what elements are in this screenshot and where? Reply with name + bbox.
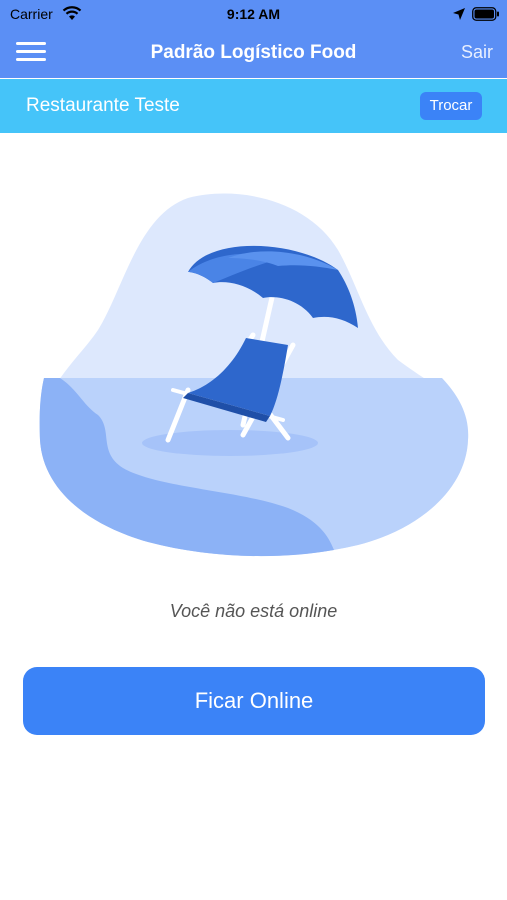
status-bar: Carrier 9:12 AM [0,0,507,28]
navigation-bar: Padrão Logístico Food Sair [0,28,507,78]
restaurant-bar: Restaurante Teste Trocar [0,79,507,133]
app-title: Padrão Logístico Food [150,42,357,63]
offline-status-message: Você não está online [169,601,338,621]
clock: 9:12 AM [226,6,281,22]
logout-button[interactable]: Sair [461,42,493,63]
battery-icon [472,7,499,21]
location-arrow-icon [453,8,465,20]
beach-chair-illustration [39,193,469,557]
go-online-button[interactable]: Ficar Online [23,667,485,735]
restaurant-name: Restaurante Teste [26,95,180,116]
switch-restaurant-button[interactable]: Trocar [420,92,482,120]
